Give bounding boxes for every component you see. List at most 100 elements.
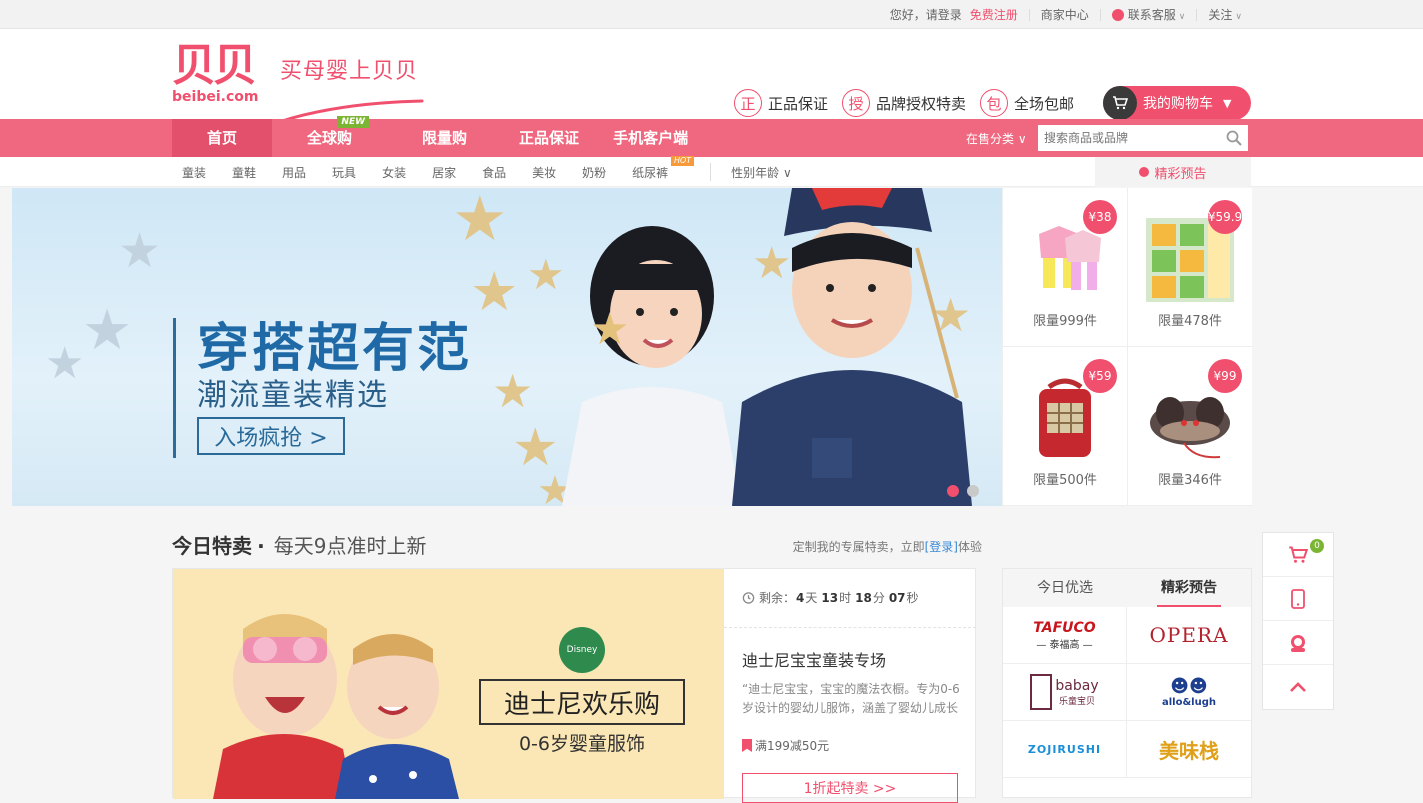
chevron-down-icon: ∨ (1017, 132, 1027, 146)
nav-mobile-app[interactable]: 手机客户端 (596, 119, 705, 157)
float-mobile-button[interactable] (1263, 577, 1333, 621)
today-sale-subtitle: 每天9点准时上新 (273, 534, 427, 558)
limited-quantity: 限量999件 (1033, 314, 1097, 329)
chevron-down-icon: ∨ (1178, 12, 1186, 22)
merchant-center-link[interactable]: 商家中心 (1041, 6, 1089, 23)
category-select[interactable]: 在售分类 ∨ (966, 130, 1027, 147)
timer-unit: 时 (839, 591, 852, 605)
limited-product-card[interactable]: ¥59.9 限量478件 (1127, 188, 1252, 347)
login-link[interactable]: 您好，请登录 (890, 6, 962, 23)
timer-unit: 天 (805, 591, 818, 605)
tab-preview[interactable]: 精彩预告 (1127, 569, 1251, 607)
subnav-item[interactable]: 玩具 (322, 164, 366, 181)
login-link[interactable]: [登录] (925, 540, 958, 554)
chevron-up-icon (1290, 682, 1306, 692)
hero-banner[interactable]: ★ ★ ★ ★ ★ ★ ★ ★ ★ ★ ★ ★ 穿搭超有范 潮流童装精选 入场疯… (12, 188, 1002, 506)
brand-name: OPERA (1149, 623, 1229, 647)
register-link[interactable]: 免费注册 (970, 6, 1018, 23)
carousel-dot[interactable] (967, 485, 979, 497)
search-input[interactable] (1038, 125, 1218, 151)
site-logo[interactable]: 贝贝 beibei.com (172, 43, 262, 107)
shop-deal-button[interactable]: 1折起特卖 >> (742, 773, 958, 803)
follow-menu[interactable]: 关注 ∨ (1208, 6, 1242, 23)
hot-badge: HOT (670, 155, 695, 166)
subnav-item[interactable]: 奶粉 (572, 164, 616, 181)
logo-domain: beibei.com (172, 89, 259, 105)
nav-limited[interactable]: 限量购 (387, 119, 502, 157)
deal-title[interactable]: 迪士尼宝宝童装专场 (742, 647, 886, 671)
brand-babay[interactable]: babay 乐童宝贝 (1003, 664, 1127, 721)
customer-service-link[interactable]: 联系客服 ∨ (1111, 6, 1186, 23)
subnav-item[interactable]: 童鞋 (222, 164, 266, 181)
subnav-item[interactable]: 童装 (172, 164, 216, 181)
today-sale-title: 今日特卖 (172, 534, 252, 558)
age-select[interactable]: 性别年龄 ∨ (721, 164, 802, 181)
brand-tafuco[interactable]: TAFUCO — 泰福高 — (1003, 607, 1127, 664)
chevron-down-icon: ∨ (1235, 12, 1242, 22)
deal-info: 剩余： 4天 13 时 18 分 07 秒 迪士尼宝宝童装专场 “迪士尼宝宝，宝宝的魔… (724, 569, 976, 803)
babay-logo-icon (1030, 674, 1053, 710)
customer-service-label: 联系客服 (1127, 8, 1176, 22)
search-box (1037, 124, 1249, 152)
promise-authorized: 授 品牌授权特卖 (842, 89, 966, 117)
kids-logo-icon: ☻☻ (1170, 676, 1208, 697)
subnav-item[interactable]: 美妆 (522, 164, 566, 181)
boy-illustration (732, 188, 972, 506)
subnav-item[interactable]: 用品 (272, 164, 316, 181)
my-cart-button[interactable]: 我的购物车 ▼ (1103, 86, 1251, 120)
tab-today-picks[interactable]: 今日优选 (1003, 569, 1127, 607)
price-badge: ¥38 (1083, 200, 1117, 234)
float-service-button[interactable] (1263, 621, 1333, 665)
limited-quantity: 限量478件 (1158, 314, 1222, 329)
subnav-item[interactable]: 食品 (472, 164, 516, 181)
main-nav: 首页 全球购 NEW 限量购 正品保证 手机客户端 在售分类 ∨ (0, 116, 1423, 157)
brand-name: 美味栈 (1159, 738, 1219, 763)
cart-count-badge: 0 (1310, 539, 1324, 553)
float-cart-button[interactable]: 0 (1263, 533, 1333, 577)
carousel-dot[interactable] (947, 485, 959, 497)
divider (1028, 8, 1030, 21)
nav-global[interactable]: 全球购 NEW (272, 116, 387, 157)
new-badge: NEW (337, 116, 370, 128)
brand-meiweizhan[interactable]: 美味栈 (1127, 721, 1251, 778)
chevron-down-icon: ▼ (1223, 96, 1232, 110)
promo-label: 满199减50元 (755, 739, 830, 753)
subnav-item[interactable]: 女装 (372, 164, 416, 181)
free-shipping-icon: 包 (980, 89, 1009, 117)
chevron-down-icon: ∨ (783, 165, 792, 180)
clock-icon (742, 592, 755, 604)
subnav-item[interactable]: 居家 (422, 164, 466, 181)
star-decoration: ★ (118, 223, 162, 279)
age-select-label: 性别年龄 (731, 165, 780, 180)
deal-image[interactable]: Disney 迪士尼欢乐购 0-6岁婴童服饰 (173, 569, 724, 799)
brand-name: allo&lugh (1161, 697, 1217, 708)
banner-cta-button[interactable]: 入场疯抢 > (197, 417, 345, 455)
timer-seconds: 07 (888, 590, 906, 605)
preview-link[interactable]: 精彩预告 (1095, 157, 1251, 187)
limited-product-card[interactable]: ¥38 限量999件 (1002, 188, 1127, 347)
subnav-label: 纸尿裤 (632, 165, 669, 180)
price-badge: ¥59.9 (1208, 200, 1242, 234)
search-icon[interactable] (1226, 130, 1242, 146)
nav-home[interactable]: 首页 (172, 119, 273, 157)
deal-card[interactable]: Disney 迪士尼欢乐购 0-6岁婴童服饰 剩余： 4天 13 时 18 分 07… (172, 568, 976, 803)
brand-allo-lugh[interactable]: ☻☻ allo&lugh (1127, 664, 1251, 721)
limited-product-card[interactable]: ¥59 限量500件 (1002, 347, 1127, 506)
title-dot: · (257, 534, 265, 558)
note-suffix: 体验 (957, 540, 982, 554)
top-utility-bar: 您好，请登录 免费注册 商家中心 联系客服 ∨ 关注 ∨ (0, 0, 1423, 29)
timer-minutes: 18 (855, 590, 872, 605)
custom-sale-note: 定制我的专属特卖，立即[登录]体验 (793, 538, 982, 555)
brand-name: TAFUCO (1033, 619, 1096, 636)
brand-panel: 今日优选 精彩预告 TAFUCO — 泰福高 — OPERA babay 乐童宝… (1002, 568, 1252, 798)
promise-label: 全场包邮 (1014, 94, 1075, 113)
limited-product-card[interactable]: ¥99 限量346件 (1127, 347, 1252, 506)
star-decoration: ★ (470, 260, 519, 323)
brand-zojirushi[interactable]: ZOJIRUSHI (1003, 721, 1127, 778)
timer-unit: 秒 (906, 591, 919, 605)
promise-label: 品牌授权特卖 (876, 94, 967, 113)
brand-opera[interactable]: OPERA (1127, 607, 1251, 664)
subnav-item-diapers[interactable]: 纸尿裤 HOT (622, 155, 695, 181)
back-to-top-button[interactable] (1263, 665, 1333, 709)
nav-authentic[interactable]: 正品保证 (502, 119, 596, 157)
